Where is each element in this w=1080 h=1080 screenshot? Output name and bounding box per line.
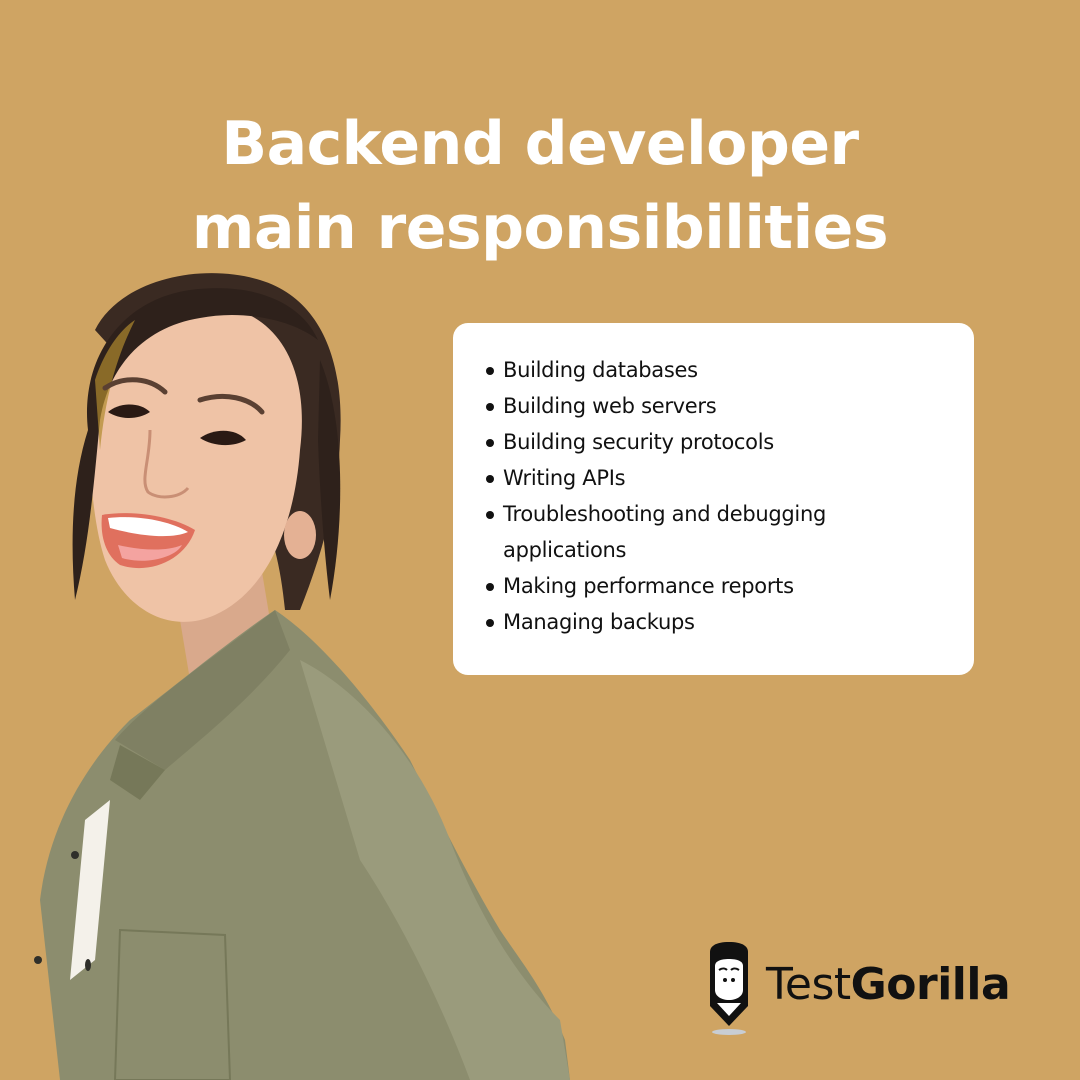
headline-line-2: main responsibilities xyxy=(191,193,889,264)
bullet-icon xyxy=(486,583,494,591)
bullet-icon xyxy=(486,511,494,519)
list-item-text: Managing backups xyxy=(503,610,695,634)
bullet-icon xyxy=(486,403,494,411)
headline-line-1: Backend developer xyxy=(221,109,859,180)
list-item: Building databases xyxy=(486,352,946,388)
brand-name-light: Test xyxy=(766,959,851,1010)
shirt-button xyxy=(85,959,91,971)
bullet-icon xyxy=(486,475,494,483)
list-item: Making performance reports xyxy=(486,568,946,604)
responsibilities-card: Building databases Building web servers … xyxy=(453,323,974,675)
shirt-button xyxy=(71,851,79,859)
list-item: Managing backups xyxy=(486,604,946,640)
responsibilities-list: Building databases Building web servers … xyxy=(486,352,946,640)
gorilla-pencil-icon xyxy=(710,942,748,1035)
list-item-text: Writing APIs xyxy=(503,466,626,490)
list-item-text: Building security protocols xyxy=(503,430,774,454)
list-item: Building security protocols xyxy=(486,424,946,460)
headline: Backend developer main responsibilities xyxy=(0,102,1080,270)
list-item: Troubleshooting and debugging applicatio… xyxy=(486,496,863,568)
brand-name-bold: Gorilla xyxy=(850,959,1011,1010)
list-item: Building web servers xyxy=(486,388,946,424)
list-item-text: Building web servers xyxy=(503,394,717,418)
brand-name: TestGorilla xyxy=(766,959,1011,1010)
list-item-text: Building databases xyxy=(503,358,698,382)
shirt-button xyxy=(34,956,42,964)
infographic-canvas: Backend developer main responsibilities xyxy=(0,0,1080,1080)
list-item-text: Making performance reports xyxy=(503,574,794,598)
ear xyxy=(284,511,316,559)
bullet-icon xyxy=(486,619,494,627)
list-item-text: Troubleshooting and debugging applicatio… xyxy=(503,502,826,562)
list-item: Writing APIs xyxy=(486,460,946,496)
testgorilla-logo: TestGorilla xyxy=(706,940,1026,1036)
bullet-icon xyxy=(486,439,494,447)
bullet-icon xyxy=(486,367,494,375)
